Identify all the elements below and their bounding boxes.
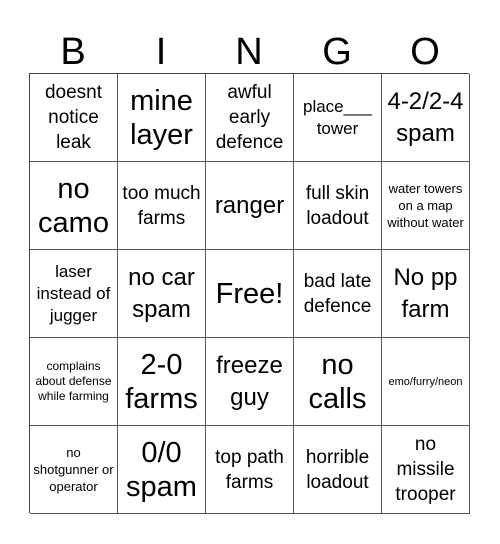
- header-letter-i: I: [155, 31, 167, 73]
- header-letter-g: G: [322, 31, 352, 73]
- bingo-cell-text: no missile trooper: [395, 434, 456, 505]
- bingo-cell-text: no shotgunner or operator: [33, 445, 114, 494]
- bingo-cell[interactable]: too much farms: [118, 162, 206, 250]
- bingo-cell[interactable]: no car spam: [118, 250, 206, 338]
- bingo-cell[interactable]: emo/furry/neon: [382, 338, 470, 426]
- bingo-cell[interactable]: 2-0 farms: [118, 338, 206, 426]
- bingo-cell-text: laser instead of jugger: [36, 261, 111, 325]
- bingo-cell[interactable]: complains about defense while farming: [30, 338, 118, 426]
- header-letter-n: N: [235, 31, 263, 73]
- bingo-cell[interactable]: laser instead of jugger: [30, 250, 118, 338]
- bingo-cell[interactable]: place___ tower: [294, 74, 382, 162]
- bingo-cell-text: no car spam: [128, 263, 195, 323]
- bingo-cell-text: ranger: [214, 191, 285, 219]
- bingo-cell-text: 2-0 farms: [125, 348, 198, 415]
- bingo-cell-text: Free!: [215, 277, 284, 310]
- bingo-cell[interactable]: Free!: [206, 250, 294, 338]
- bingo-cell[interactable]: horrible loadout: [294, 426, 382, 514]
- bingo-cell[interactable]: full skin loadout: [294, 162, 382, 250]
- bingo-cell[interactable]: bad late defence: [294, 250, 382, 338]
- header-letter-b: B: [60, 31, 86, 73]
- bingo-header: B I N G O: [29, 30, 469, 74]
- bingo-cell-text: doesnt notice leak: [44, 82, 103, 153]
- bingo-cell-text: 4-2/2-4 spam: [387, 87, 464, 147]
- bingo-cell-text: horrible loadout: [305, 446, 370, 493]
- bingo-cell-text: top path farms: [215, 446, 284, 493]
- bingo-cell[interactable]: doesnt notice leak: [30, 74, 118, 162]
- bingo-cell-text: complains about defense while farming: [35, 359, 112, 403]
- bingo-cell[interactable]: 4-2/2-4 spam: [382, 74, 470, 162]
- bingo-cell-text: no calls: [308, 348, 367, 415]
- bingo-cell[interactable]: mine layer: [118, 74, 206, 162]
- bingo-cell[interactable]: no missile trooper: [382, 426, 470, 514]
- header-letter-o: O: [410, 31, 440, 73]
- bingo-cell[interactable]: awful early defence: [206, 74, 294, 162]
- bingo-cell[interactable]: 0/0 spam: [118, 426, 206, 514]
- bingo-grid: doesnt notice leak mine layer awful early …: [29, 73, 470, 514]
- bingo-cell[interactable]: no shotgunner or operator: [30, 426, 118, 514]
- bingo-cell-text: awful early defence: [215, 82, 284, 153]
- bingo-cell[interactable]: top path farms: [206, 426, 294, 514]
- bingo-cell[interactable]: freeze guy: [206, 338, 294, 426]
- bingo-cell-text: No pp farm: [393, 263, 458, 323]
- bingo-cell[interactable]: ranger: [206, 162, 294, 250]
- bingo-cell[interactable]: No pp farm: [382, 250, 470, 338]
- bingo-cell-text: freeze guy: [216, 351, 283, 411]
- bingo-cell-text: emo/furry/neon: [388, 375, 463, 388]
- bingo-cell[interactable]: no calls: [294, 338, 382, 426]
- bingo-cell-text: no camo: [38, 172, 109, 239]
- bingo-cell-text: 0/0 spam: [126, 436, 197, 503]
- bingo-cell[interactable]: water towers on a map without water: [382, 162, 470, 250]
- bingo-cell[interactable]: no camo: [30, 162, 118, 250]
- bingo-cell-text: place___ tower: [302, 96, 372, 138]
- bingo-cell-text: bad late defence: [303, 270, 372, 317]
- bingo-cell-text: too much farms: [122, 182, 201, 229]
- bingo-cell-text: mine layer: [130, 84, 193, 151]
- bingo-cell-text: water towers on a map without water: [387, 181, 464, 230]
- bingo-cell-text: full skin loadout: [305, 182, 370, 229]
